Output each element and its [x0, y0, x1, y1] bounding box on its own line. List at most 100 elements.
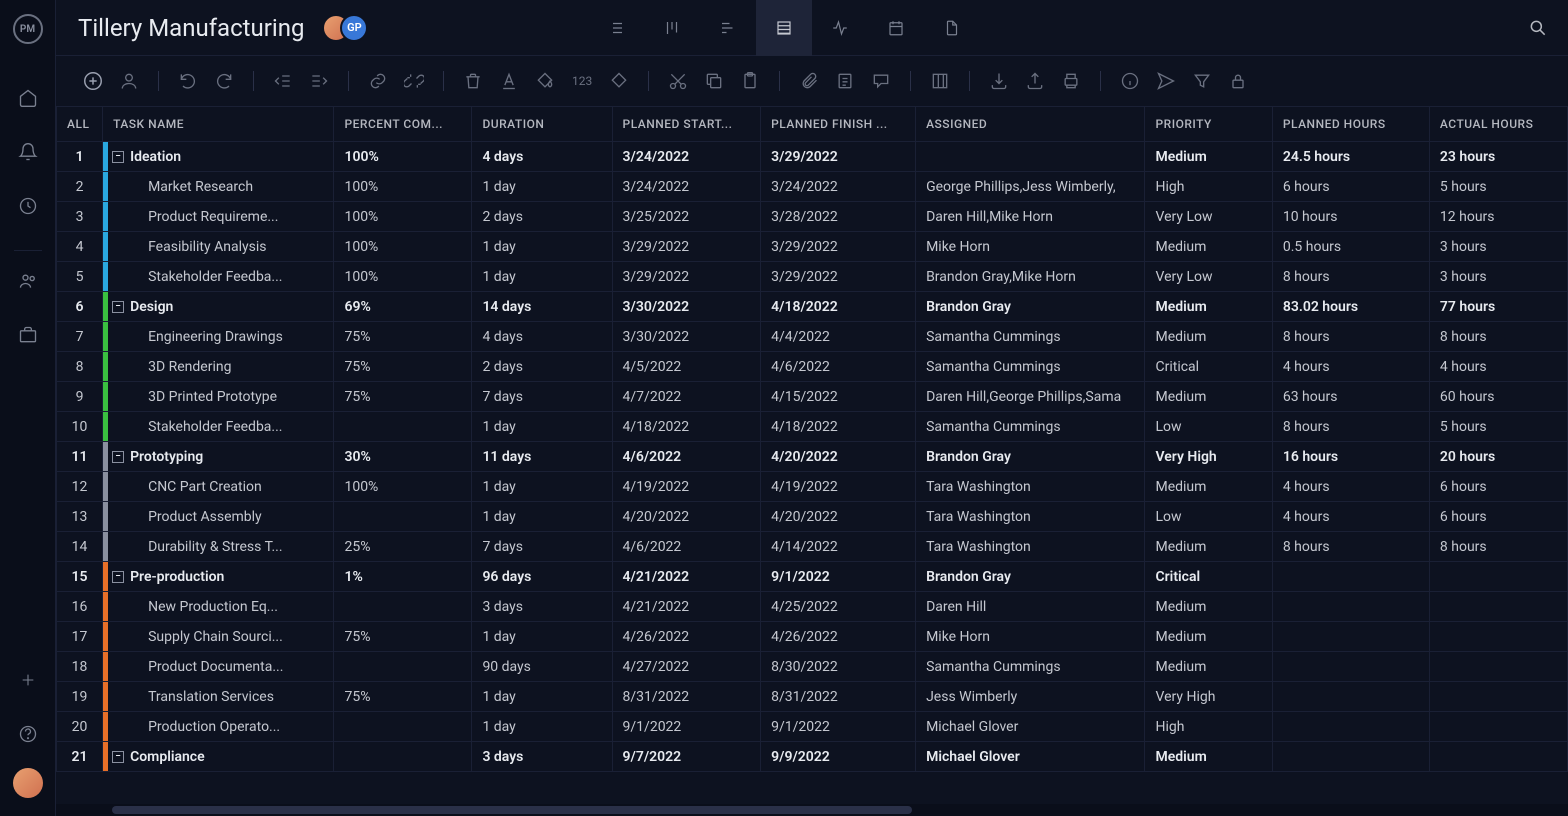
- cell-prio[interactable]: Very Low: [1145, 262, 1272, 292]
- cell-assign[interactable]: Tara Washington: [916, 502, 1145, 532]
- cell-actual[interactable]: 5 hours: [1429, 172, 1567, 202]
- calendar-view-icon[interactable]: [868, 0, 924, 56]
- cell-prio[interactable]: Medium: [1145, 232, 1272, 262]
- cell-planned[interactable]: 8 hours: [1272, 262, 1429, 292]
- row-number[interactable]: 16: [57, 592, 103, 622]
- cell-prio[interactable]: High: [1145, 172, 1272, 202]
- cell-actual[interactable]: [1429, 562, 1567, 592]
- cell-start[interactable]: 4/27/2022: [612, 652, 761, 682]
- task-name-cell[interactable]: Market Research: [103, 172, 334, 202]
- cell-actual[interactable]: [1429, 742, 1567, 772]
- app-logo[interactable]: PM: [13, 14, 43, 44]
- col-header-task[interactable]: TASK NAME: [103, 107, 334, 142]
- text-color-icon[interactable]: [494, 66, 524, 96]
- table-row[interactable]: 19Translation Services75%1 day8/31/20228…: [57, 682, 1568, 712]
- table-row[interactable]: 13Product Assembly1 day4/20/20224/20/202…: [57, 502, 1568, 532]
- cell-planned[interactable]: 0.5 hours: [1272, 232, 1429, 262]
- cell-pct[interactable]: 75%: [334, 322, 472, 352]
- cell-assign[interactable]: Mike Horn: [916, 232, 1145, 262]
- cell-actual[interactable]: 20 hours: [1429, 442, 1567, 472]
- cell-start[interactable]: 3/30/2022: [612, 292, 761, 322]
- add-task-icon[interactable]: [78, 66, 108, 96]
- cell-dur[interactable]: 7 days: [472, 382, 612, 412]
- import-icon[interactable]: [984, 66, 1014, 96]
- cell-pct[interactable]: [334, 712, 472, 742]
- cell-start[interactable]: 4/26/2022: [612, 622, 761, 652]
- cell-finish[interactable]: 3/28/2022: [761, 202, 916, 232]
- cut-icon[interactable]: [663, 66, 693, 96]
- collapse-icon[interactable]: −: [112, 751, 124, 763]
- cell-dur[interactable]: 1 day: [472, 502, 612, 532]
- cell-planned[interactable]: 6 hours: [1272, 172, 1429, 202]
- cell-assign[interactable]: Daren Hill,Mike Horn: [916, 202, 1145, 232]
- cell-finish[interactable]: 4/6/2022: [761, 352, 916, 382]
- print-icon[interactable]: [1056, 66, 1086, 96]
- cell-dur[interactable]: 1 day: [472, 232, 612, 262]
- cell-finish[interactable]: 4/4/2022: [761, 322, 916, 352]
- cell-finish[interactable]: 4/25/2022: [761, 592, 916, 622]
- undo-icon[interactable]: [173, 66, 203, 96]
- row-number[interactable]: 18: [57, 652, 103, 682]
- cell-pct[interactable]: [334, 592, 472, 622]
- cell-dur[interactable]: 1 day: [472, 472, 612, 502]
- cell-dur[interactable]: 96 days: [472, 562, 612, 592]
- copy-icon[interactable]: [699, 66, 729, 96]
- cell-actual[interactable]: [1429, 712, 1567, 742]
- row-number[interactable]: 6: [57, 292, 103, 322]
- cell-finish[interactable]: 8/31/2022: [761, 682, 916, 712]
- cell-actual[interactable]: 6 hours: [1429, 472, 1567, 502]
- unlink-icon[interactable]: [399, 66, 429, 96]
- cell-pct[interactable]: 75%: [334, 622, 472, 652]
- attachment-icon[interactable]: [794, 66, 824, 96]
- cell-dur[interactable]: 2 days: [472, 352, 612, 382]
- cell-pct[interactable]: 100%: [334, 472, 472, 502]
- row-number[interactable]: 1: [57, 142, 103, 172]
- cell-start[interactable]: 3/29/2022: [612, 232, 761, 262]
- cell-planned[interactable]: 4 hours: [1272, 502, 1429, 532]
- cell-planned[interactable]: [1272, 592, 1429, 622]
- cell-finish[interactable]: 9/1/2022: [761, 712, 916, 742]
- col-header-all[interactable]: ALL: [57, 107, 103, 142]
- cell-planned[interactable]: [1272, 622, 1429, 652]
- cell-assign[interactable]: George Phillips,Jess Wimberly,: [916, 172, 1145, 202]
- cell-pct[interactable]: [334, 742, 472, 772]
- cell-actual[interactable]: [1429, 592, 1567, 622]
- cell-prio[interactable]: Medium: [1145, 292, 1272, 322]
- cell-prio[interactable]: Critical: [1145, 562, 1272, 592]
- cell-start[interactable]: 4/21/2022: [612, 592, 761, 622]
- cell-finish[interactable]: 4/14/2022: [761, 532, 916, 562]
- member-avatars[interactable]: GP: [322, 14, 368, 42]
- cell-finish[interactable]: 3/24/2022: [761, 172, 916, 202]
- cell-dur[interactable]: 2 days: [472, 202, 612, 232]
- cell-assign[interactable]: Samantha Cummings: [916, 652, 1145, 682]
- comment-icon[interactable]: [866, 66, 896, 96]
- cell-finish[interactable]: 4/15/2022: [761, 382, 916, 412]
- cell-actual[interactable]: 77 hours: [1429, 292, 1567, 322]
- cell-assign[interactable]: Daren Hill: [916, 592, 1145, 622]
- cell-prio[interactable]: Medium: [1145, 532, 1272, 562]
- cell-assign[interactable]: [916, 142, 1145, 172]
- task-name-cell[interactable]: Supply Chain Sourci...: [103, 622, 334, 652]
- cell-assign[interactable]: Brandon Gray: [916, 292, 1145, 322]
- cell-start[interactable]: 3/24/2022: [612, 142, 761, 172]
- percent-label[interactable]: 123: [566, 74, 598, 88]
- col-header-priority[interactable]: PRIORITY: [1145, 107, 1272, 142]
- collapse-icon[interactable]: −: [112, 451, 124, 463]
- cell-dur[interactable]: 4 days: [472, 322, 612, 352]
- table-row[interactable]: 1−Ideation100%4 days3/24/20223/29/2022Me…: [57, 142, 1568, 172]
- cell-pct[interactable]: 75%: [334, 352, 472, 382]
- horizontal-scrollbar[interactable]: [56, 804, 1568, 816]
- columns-icon[interactable]: [925, 66, 955, 96]
- cell-finish[interactable]: 8/30/2022: [761, 652, 916, 682]
- cell-start[interactable]: 4/6/2022: [612, 532, 761, 562]
- cell-pct[interactable]: 30%: [334, 442, 472, 472]
- cell-finish[interactable]: 9/1/2022: [761, 562, 916, 592]
- cell-actual[interactable]: 5 hours: [1429, 412, 1567, 442]
- task-name-cell[interactable]: Engineering Drawings: [103, 322, 334, 352]
- cell-planned[interactable]: 8 hours: [1272, 532, 1429, 562]
- col-header-assigned[interactable]: ASSIGNED: [916, 107, 1145, 142]
- row-number[interactable]: 4: [57, 232, 103, 262]
- col-header-planned-hours[interactable]: PLANNED HOURS: [1272, 107, 1429, 142]
- table-row[interactable]: 18Product Documenta...90 days4/27/20228/…: [57, 652, 1568, 682]
- cell-assign[interactable]: Samantha Cummings: [916, 352, 1145, 382]
